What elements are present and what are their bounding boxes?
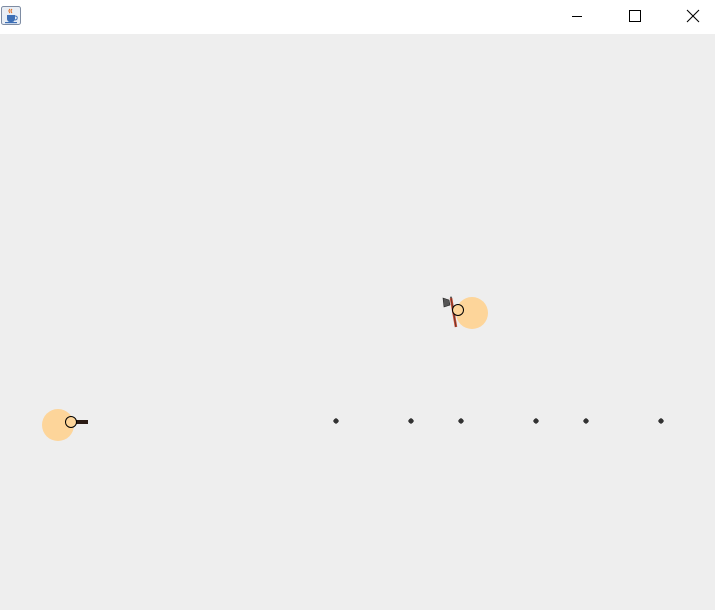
maximize-icon bbox=[629, 10, 641, 22]
player-character bbox=[42, 409, 88, 441]
maximize-button[interactable] bbox=[606, 0, 664, 32]
close-button[interactable] bbox=[664, 0, 715, 32]
bullet bbox=[408, 418, 414, 424]
minimize-button[interactable] bbox=[548, 0, 606, 32]
game-window bbox=[0, 0, 715, 610]
bullet bbox=[458, 418, 464, 424]
player-head bbox=[65, 416, 77, 428]
bullet bbox=[583, 418, 589, 424]
bullet bbox=[333, 418, 339, 424]
game-canvas[interactable] bbox=[0, 34, 715, 610]
minimize-icon bbox=[572, 16, 582, 17]
bullet bbox=[533, 418, 539, 424]
close-icon bbox=[686, 9, 700, 23]
title-bar[interactable] bbox=[0, 0, 715, 34]
bullet bbox=[658, 418, 664, 424]
java-cup-icon bbox=[1, 6, 21, 25]
enemy-head bbox=[452, 304, 464, 316]
enemy-character bbox=[442, 296, 488, 329]
bullets bbox=[333, 418, 664, 424]
